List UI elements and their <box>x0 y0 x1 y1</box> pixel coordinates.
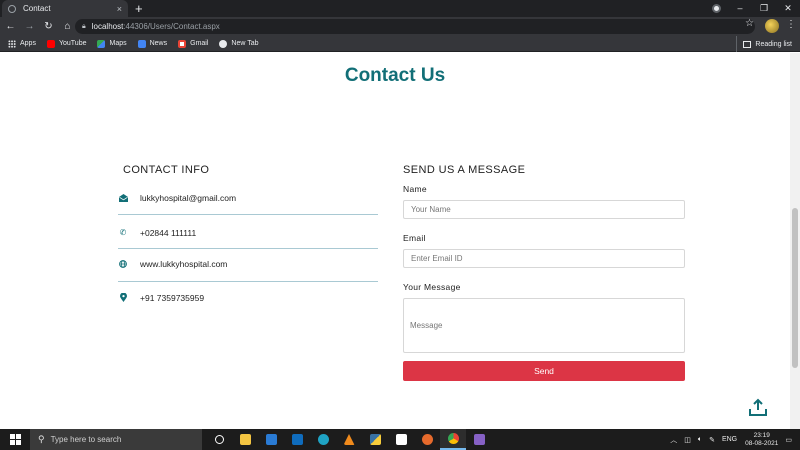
network-icon[interactable]: ◫ <box>684 436 691 444</box>
send-message-heading: SEND US A MESSAGE <box>403 164 526 176</box>
message-label: Your Message <box>403 282 461 292</box>
globe-icon <box>219 39 228 48</box>
contact-website: www.lukkyhospital.com <box>140 258 228 269</box>
gmail-icon <box>178 39 187 48</box>
menu-kebab-icon[interactable]: ⋮ <box>786 19 796 30</box>
store-icon[interactable] <box>388 429 414 450</box>
scroll-to-top-icon[interactable] <box>748 398 768 418</box>
chrome-icon[interactable] <box>440 429 466 450</box>
name-label: Name <box>403 184 427 194</box>
contact-info-heading: CONTACT INFO <box>123 164 210 176</box>
bookmark-youtube[interactable]: YouTube <box>46 39 86 48</box>
back-icon[interactable]: ← <box>2 21 19 32</box>
chevron-up-icon[interactable]: ︿ <box>670 435 677 445</box>
email-label: Email <box>403 233 426 243</box>
page-title: Contact Us <box>344 65 446 86</box>
reading-list-icon <box>743 40 752 48</box>
maps-icon <box>97 39 106 48</box>
page-scrollbar[interactable] <box>790 53 800 429</box>
clock-time: 23:19 <box>753 431 770 439</box>
bookmark-news[interactable]: News <box>137 39 167 48</box>
url-path: :44306/Users/Contact.aspx <box>123 22 220 31</box>
youtube-icon <box>46 39 55 48</box>
browser-toolbar: ← → ↻ ⌂ 🔒︎ localhost:44306/Users/Contact… <box>0 17 800 36</box>
taskbar-apps <box>206 429 492 450</box>
map-pin-icon <box>118 293 128 303</box>
name-input[interactable] <box>403 200 685 219</box>
reading-list-button[interactable]: Reading list <box>736 36 792 52</box>
python-icon[interactable] <box>362 429 388 450</box>
avatar[interactable] <box>765 19 779 33</box>
message-textarea[interactable] <box>403 298 685 353</box>
tab-title: Contact <box>23 4 51 13</box>
contact-email: lukkyhospital@gmail.com <box>140 192 237 203</box>
contact-email-row: lukkyhospital@gmail.com <box>118 181 378 214</box>
file-explorer-icon[interactable] <box>232 429 258 450</box>
contact-phone: +02844 111111 <box>140 227 197 238</box>
globe-icon <box>8 4 16 13</box>
url-host: localhost <box>91 22 124 31</box>
bookmarks-bar: Apps YouTube Maps News Gmail New Tab Rea… <box>0 36 800 52</box>
contact-phone-row: ✆ +02844 111111 <box>118 216 378 249</box>
taskbar-search[interactable]: ⚲ Type here to search <box>30 429 202 450</box>
taskbar-clock[interactable]: 23:19 08-08-2021 <box>745 432 778 448</box>
close-tab-icon[interactable]: × <box>117 4 122 14</box>
bookmark-maps[interactable]: Maps <box>97 39 127 48</box>
volume-icon[interactable]: 🔈︎ <box>698 436 702 444</box>
divider <box>118 214 378 215</box>
firefox-icon[interactable] <box>414 429 440 450</box>
taskbar-search-placeholder: Type here to search <box>50 435 122 444</box>
email-input[interactable] <box>403 249 685 268</box>
globe-icon <box>118 259 128 269</box>
window-controls: – ❐ ✕ <box>728 0 800 17</box>
apps-grid-icon <box>8 39 16 48</box>
vlc-icon[interactable] <box>336 429 362 450</box>
contact-mobile: +91 7359735959 <box>140 292 205 303</box>
browser-profile-icon[interactable] <box>712 4 721 13</box>
system-tray: ︿ ◫ 🔈︎ ✎ ENG 23:19 08-08-2021 ▭ <box>663 429 792 450</box>
home-icon[interactable]: ⌂ <box>59 21 76 32</box>
forward-icon[interactable]: → <box>21 21 38 32</box>
edge-icon[interactable] <box>310 429 336 450</box>
news-icon <box>137 39 146 48</box>
minimize-icon[interactable]: – <box>728 0 752 17</box>
lock-icon[interactable]: 🔒︎ <box>82 23 86 31</box>
address-bar[interactable]: 🔒︎ localhost:44306/Users/Contact.aspx <box>75 19 755 34</box>
envelope-icon <box>118 193 128 203</box>
send-button[interactable]: Send <box>403 361 685 381</box>
phone-icon: ✆ <box>119 228 127 237</box>
page-content: Contact Us CONTACT INFO lukkyhospital@gm… <box>0 53 790 429</box>
bookmark-star-icon[interactable]: ☆ <box>745 18 754 29</box>
notifications-icon[interactable]: ▭ <box>785 436 792 444</box>
bookmark-new-tab[interactable]: New Tab <box>219 39 259 48</box>
close-window-icon[interactable]: ✕ <box>776 0 800 17</box>
visual-studio-icon[interactable] <box>466 429 492 450</box>
contact-mobile-row: +91 7359735959 <box>118 281 378 314</box>
task-view-icon[interactable] <box>206 429 232 450</box>
browser-tab[interactable]: Contact × <box>2 0 128 17</box>
search-icon: ⚲ <box>38 434 45 444</box>
reload-icon[interactable]: ↻ <box>40 21 57 32</box>
restore-icon[interactable]: ❐ <box>752 0 776 17</box>
scrollbar-thumb[interactable] <box>792 208 798 368</box>
bookmark-apps[interactable]: Apps <box>8 39 36 48</box>
bookmark-gmail[interactable]: Gmail <box>178 39 208 48</box>
contact-website-row: www.lukkyhospital.com <box>118 247 378 280</box>
pen-icon[interactable]: ✎ <box>709 436 715 444</box>
new-tab-button[interactable]: + <box>135 1 143 16</box>
browser-tab-strip: Contact × + – ❐ ✕ <box>0 0 800 17</box>
windows-taskbar: ⚲ Type here to search ︿ ◫ 🔈︎ ✎ ENG 23:19… <box>0 429 800 450</box>
language-indicator[interactable]: ENG <box>722 436 737 443</box>
mail-icon[interactable] <box>284 429 310 450</box>
clock-date: 08-08-2021 <box>745 439 779 447</box>
windows-start-icon[interactable] <box>0 434 30 445</box>
media-player-icon[interactable] <box>258 429 284 450</box>
